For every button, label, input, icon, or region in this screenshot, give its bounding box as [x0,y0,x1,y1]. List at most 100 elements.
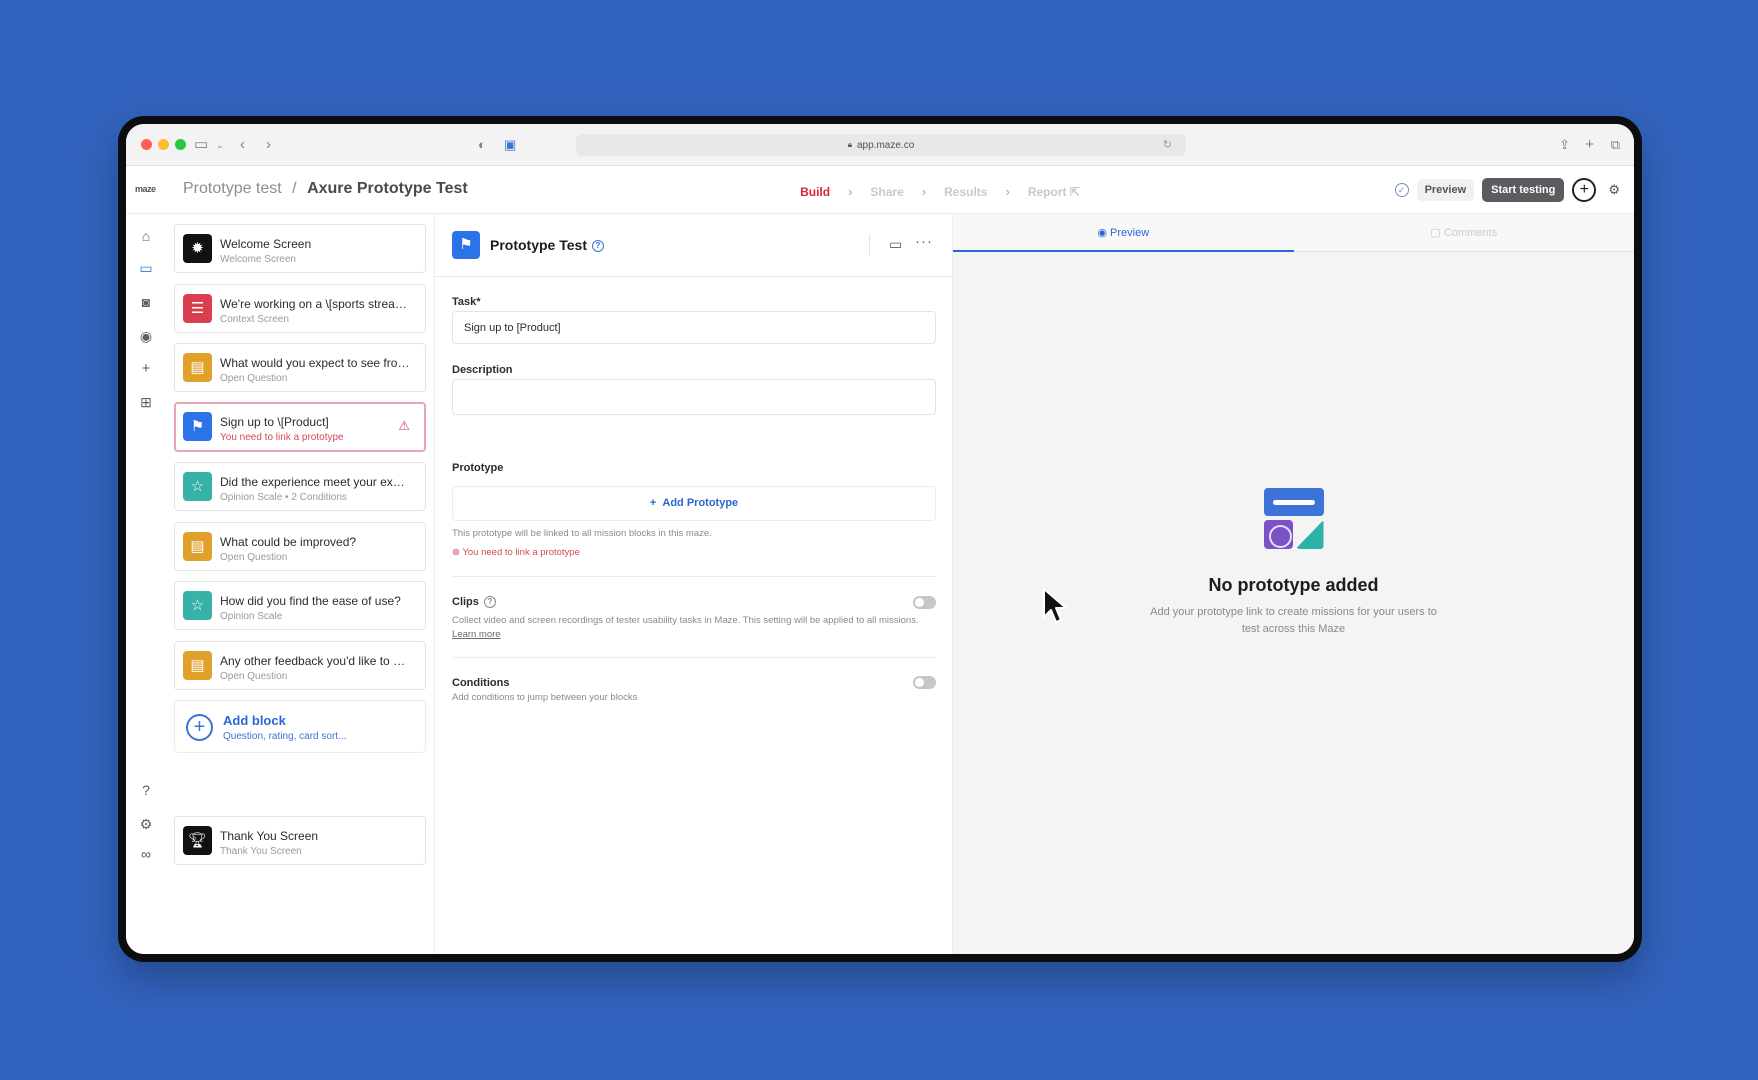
breadcrumb-parent[interactable]: Prototype test [183,180,282,197]
sun-icon: ✹ [183,234,212,263]
text-lines-icon: ☰ [183,294,212,323]
tab-overview-icon[interactable]: ⧉ [1611,135,1620,155]
comment-icon: ▢ [1430,227,1441,239]
sidebar-toggle-icon[interactable]: ▭ [194,135,208,155]
home-icon[interactable]: ⌂ [136,226,156,246]
help-icon[interactable]: ? [591,240,604,253]
apps-icon[interactable]: ⊞ [136,392,156,412]
breadcrumb-separator: / [292,180,297,197]
block-title: Welcome Screen [220,237,312,251]
block-title: Sign up to \[Product] [220,415,329,429]
chevron-right-icon: › [921,184,927,199]
user-icon[interactable]: ◉ [136,326,156,346]
trophy-icon: 🏆︎ [183,826,212,855]
plus-circle-icon: + [186,714,213,741]
star-icon: ☆ [183,591,212,620]
extension-icon[interactable]: ▣ [504,135,516,155]
tab-comments[interactable]: ▢ Comments [1294,214,1635,252]
prototype-error: ⊗ You need to link a prototype [452,547,580,558]
forward-icon[interactable]: › [266,135,271,155]
add-collaborator-button[interactable]: + [1572,178,1597,202]
add-block-button[interactable]: + Add block Question, rating, card sort.… [174,700,426,753]
minimize-window-button[interactable] [158,139,169,150]
chevron-right-icon: › [848,184,853,199]
chevron-down-icon[interactable]: ⌄ [216,135,224,155]
block-thank-you-screen[interactable]: 🏆︎ Thank You Screen Thank You Screen [174,816,426,865]
empty-state-text: Add your prototype link to create missio… [1150,606,1437,635]
add-icon[interactable]: + [136,359,156,379]
task-label: Task* [452,296,481,308]
description-label: Description [452,364,513,376]
block-editor: ⚑ Prototype Test? ▭ ··· Task* Sign up to… [434,214,953,954]
address-bar[interactable]: 🔒︎ app.maze.co ↻ [576,134,1186,156]
description-input[interactable] [452,379,936,415]
block-error: You need to link a prototype [220,432,344,443]
url-text: app.maze.co [857,139,915,151]
divider [869,234,870,256]
block-open-question[interactable]: ▤ Any other feedback you'd like to add? … [174,641,426,690]
folder-icon[interactable]: ▭ [136,258,156,278]
block-opinion-scale[interactable]: ☆ Did the experience meet your expectati… [174,462,426,511]
help-icon[interactable]: ? [483,596,496,609]
new-tab-icon[interactable]: + [1585,135,1594,155]
block-open-question[interactable]: ▤ What could be improved? Open Question [174,522,426,571]
error-circle-icon: ⊗ [452,547,460,558]
laptop-frame: ▭ ⌄ ‹ › ◐ ▣ 🔒︎ app.maze.co ↻ ⇪ + ⧉ maze … [118,116,1642,962]
settings-icon[interactable]: ⚙ [136,814,156,834]
maze-logo[interactable]: maze [135,184,156,194]
block-open-question[interactable]: ▤ What would you expect to see from... O… [174,343,426,392]
clips-description: Collect video and screen recordings of t… [452,615,919,640]
prototype-label: Prototype [452,462,504,474]
task-input[interactable]: Sign up to [Product] [452,311,936,344]
chat-bubble-icon: ▤ [183,353,212,382]
maximize-window-button[interactable] [175,139,186,150]
learn-more-link[interactable]: Learn more [452,629,501,640]
clips-toggle[interactable] [913,596,936,609]
reload-icon[interactable]: ↻ [1163,138,1172,151]
editor-title: Prototype Test? [490,237,604,253]
step-build[interactable]: Build [800,185,830,199]
block-context-screen[interactable]: ☰ We're working on a \[sports streaming … [174,284,426,333]
preview-button[interactable]: Preview [1416,179,1475,201]
contacts-icon[interactable]: ◙ [136,292,156,312]
block-type: Opinion Scale • 2 Conditions [220,492,347,503]
external-link-icon: ⇱ [1069,184,1080,199]
block-title: Did the experience meet your expectation… [220,475,410,489]
flag-icon: ⚑ [183,412,212,441]
chat-bubble-icon: ▤ [183,532,212,561]
chevron-right-icon: › [1005,184,1010,199]
shield-icon[interactable]: ◐ [478,135,486,155]
add-prototype-label: Add Prototype [662,497,739,509]
conditions-toggle[interactable] [913,676,936,689]
block-welcome-screen[interactable]: ✹ Welcome Screen Welcome Screen [174,224,426,273]
preview-panel: ◉ Preview ▢ Comments No prototype added … [953,214,1634,954]
back-icon[interactable]: ‹ [240,135,245,155]
prototype-note: This prototype will be linked to all mis… [452,528,712,539]
clips-label: Clips? [452,596,496,609]
block-type: Open Question [220,552,288,563]
maze-mark-icon[interactable]: ∞ [136,844,156,864]
help-icon[interactable]: ? [136,780,156,800]
more-options-icon[interactable]: ··· [915,233,933,250]
settings-icon[interactable]: ⚙ [1608,182,1620,198]
share-icon[interactable]: ⇪ [1559,135,1570,155]
start-testing-button[interactable]: Start testing [1482,178,1565,202]
card-icon[interactable]: ▭ [889,236,902,253]
add-prototype-button[interactable]: + Add Prototype [452,486,936,521]
preview-tabs: ◉ Preview ▢ Comments [953,214,1634,252]
step-report[interactable]: Report ⇱ [1028,185,1080,199]
block-opinion-scale[interactable]: ☆ How did you find the ease of use? Opin… [174,581,426,630]
plus-icon: + [649,497,657,509]
saved-check-icon: ✓ [1394,183,1409,197]
step-share[interactable]: Share [870,185,903,199]
block-prototype-task[interactable]: ⚑ Sign up to \[Product] You need to link… [174,402,426,452]
eye-icon: ◉ [1097,227,1107,239]
tab-preview[interactable]: ◉ Preview [953,214,1294,252]
block-title: Any other feedback you'd like to add? [220,654,410,668]
block-title: What could be improved? [220,535,357,549]
close-window-button[interactable] [141,139,152,150]
block-type: Welcome Screen [220,254,296,265]
step-results[interactable]: Results [944,185,987,199]
conditions-label: Conditions [452,677,510,689]
divider [452,657,936,658]
